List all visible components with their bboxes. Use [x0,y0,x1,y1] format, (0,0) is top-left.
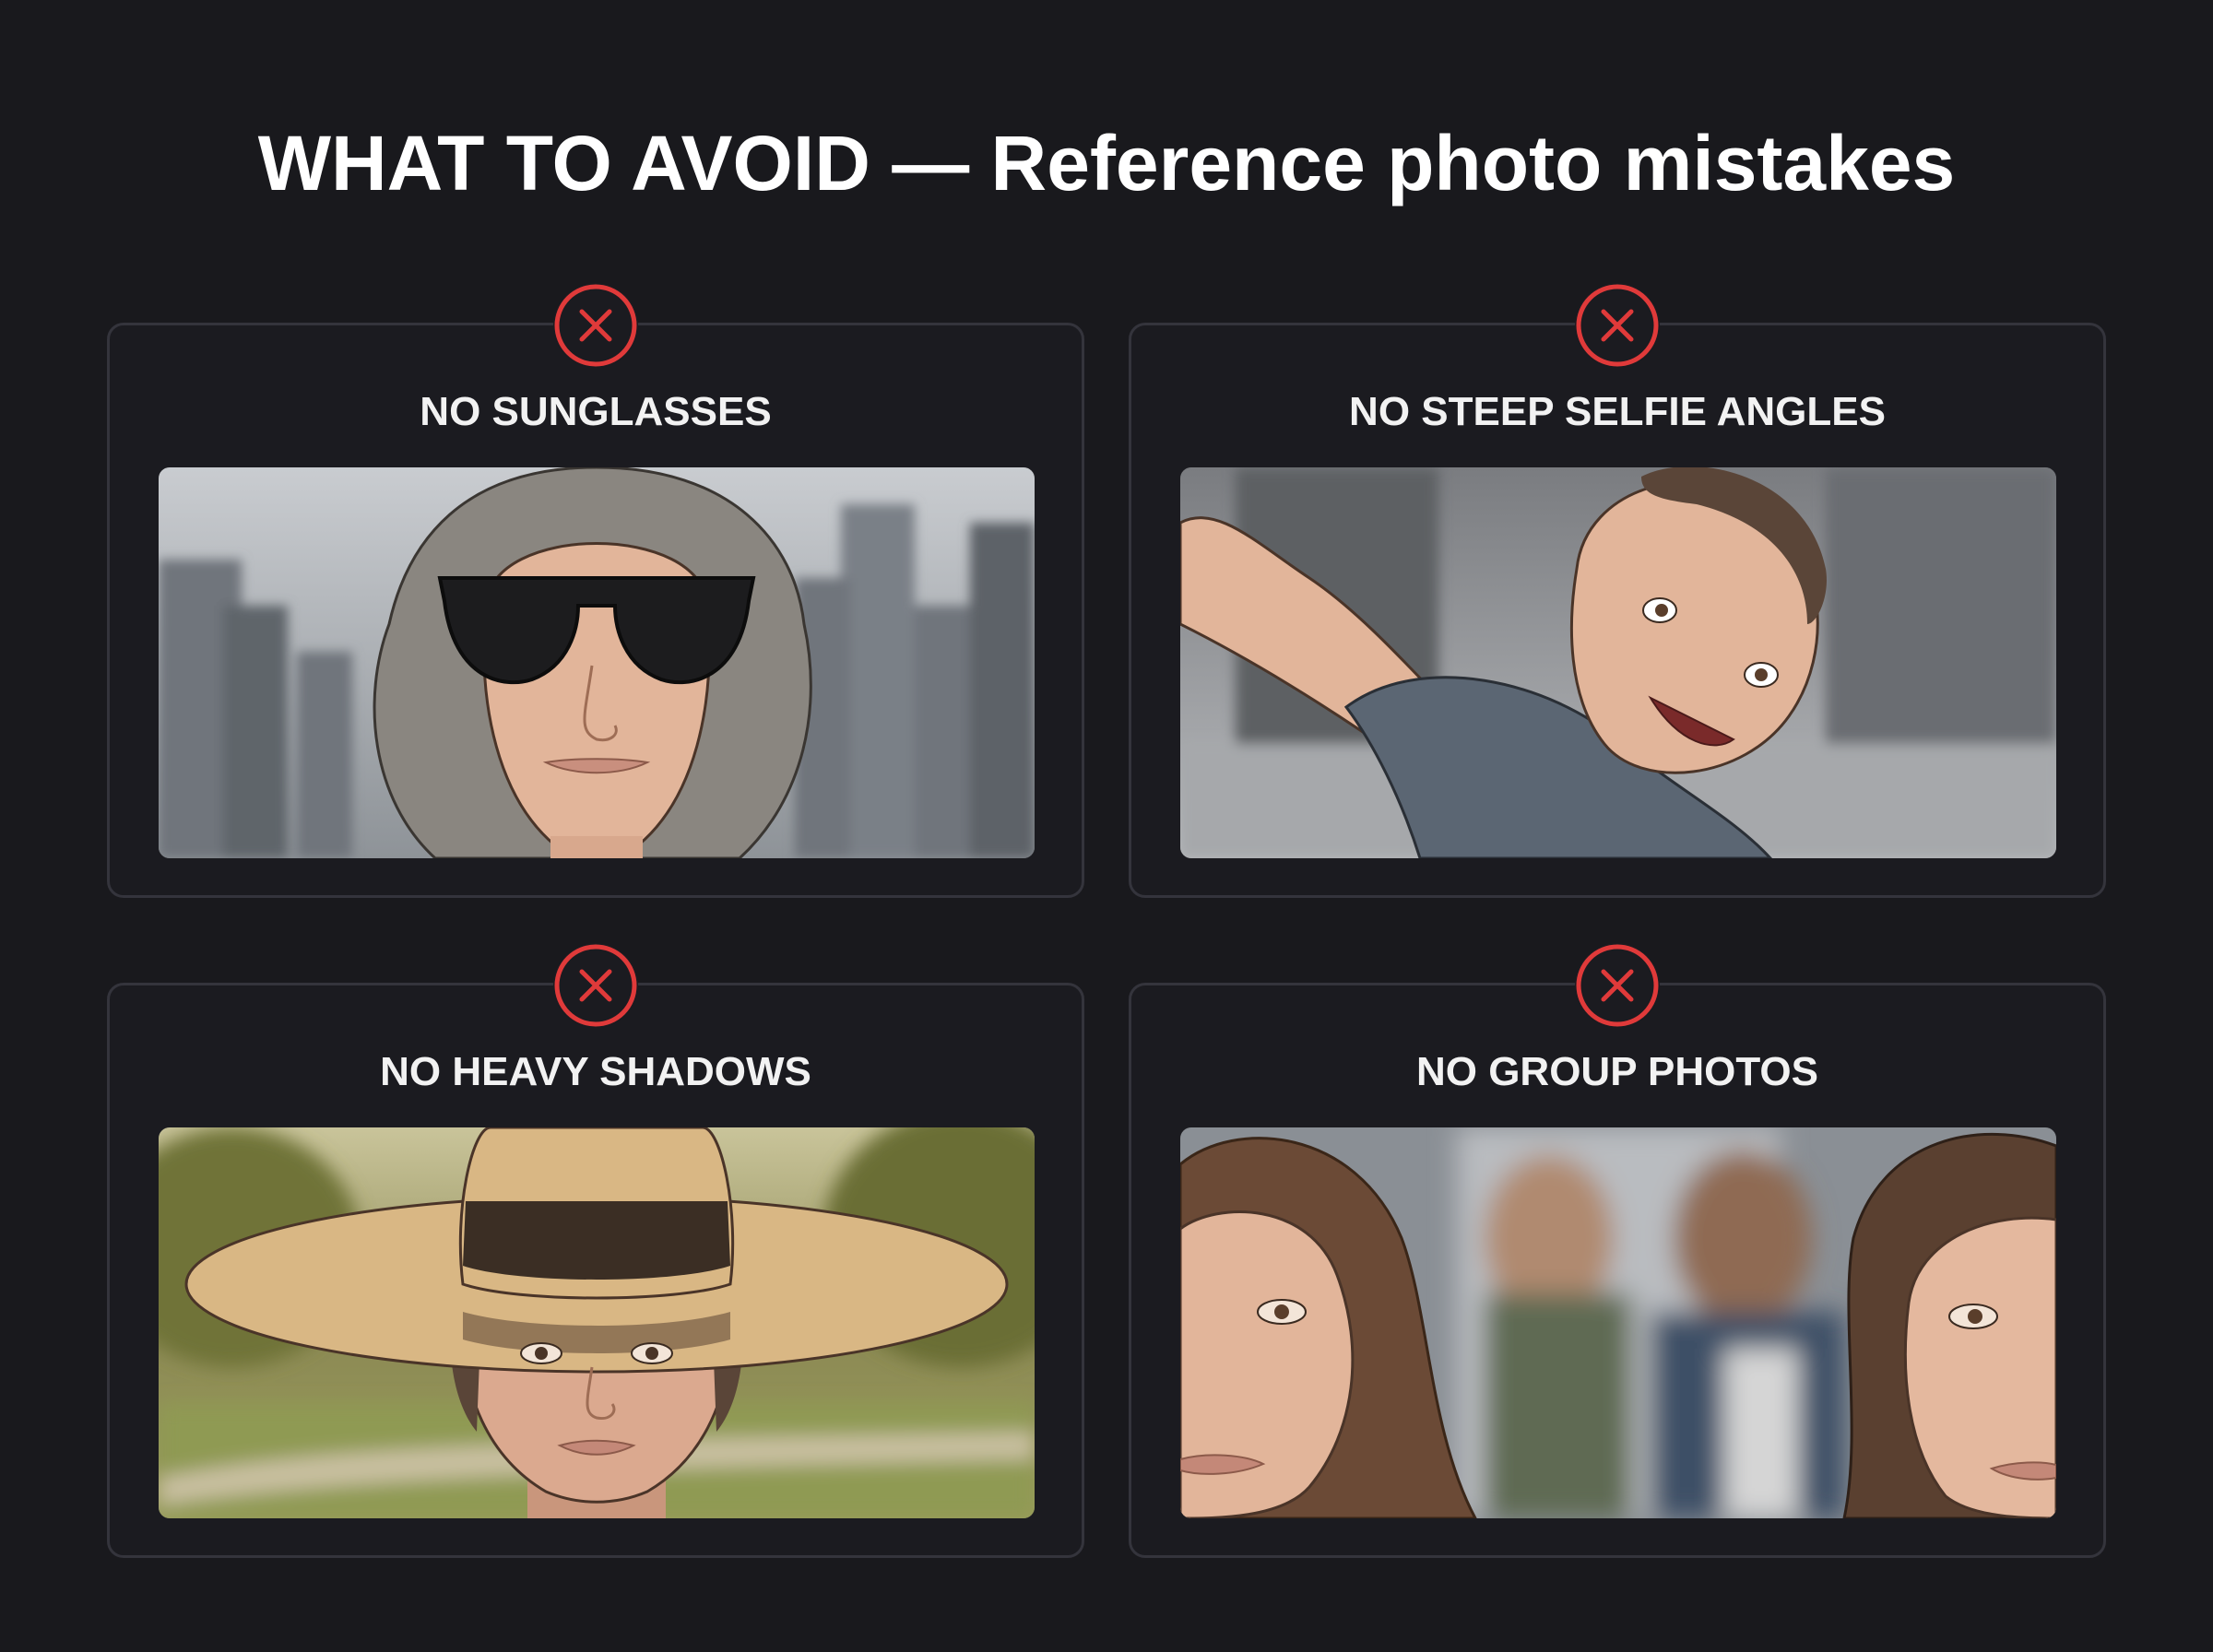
x-circle-icon [553,943,638,1028]
shadow-photo [159,1127,1035,1518]
group-photo [1180,1127,2056,1518]
card-label: NO SUNGLASSES [420,389,772,434]
card-no-group-photos: NO GROUP PHOTOS [1129,943,2106,1558]
page-title: WHAT TO AVOID — Reference photo mistakes [257,120,1956,206]
x-circle-icon [1575,943,1660,1028]
x-circle-icon [553,283,638,368]
card-label: NO HEAVY SHADOWS [380,1049,811,1094]
card-no-heavy-shadows: NO HEAVY SHADOWS [107,943,1084,1558]
card-no-steep-selfie-angles: NO STEEP SELFIE ANGLES [1129,283,2106,898]
card-label: NO STEEP SELFIE ANGLES [1349,389,1886,434]
x-circle-icon [1575,283,1660,368]
card-label: NO GROUP PHOTOS [1415,1049,1818,1094]
selfie-photo [1180,467,2056,858]
card-no-sunglasses: NO SUNGLASSES [107,283,1084,898]
sunglasses-photo [159,467,1035,858]
